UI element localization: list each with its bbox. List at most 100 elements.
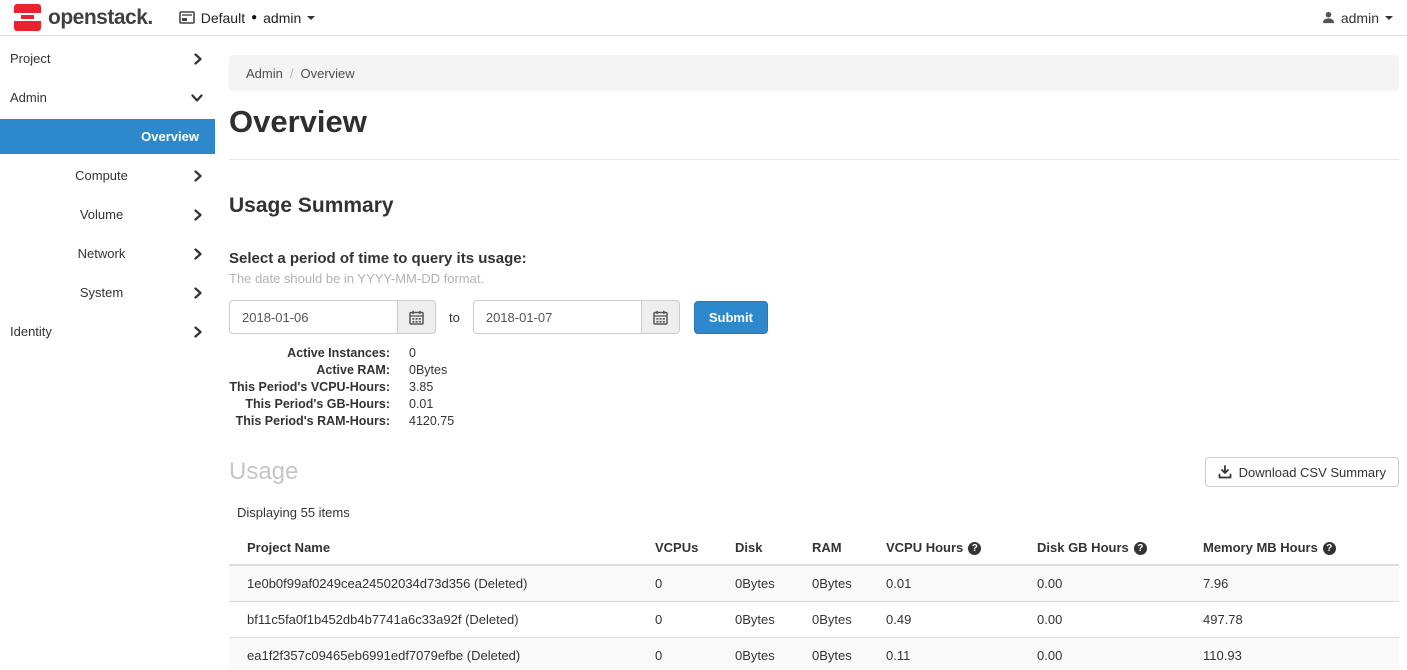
col-project-name: Project Name — [229, 530, 655, 565]
usage-stats: Active Instances: 0 Active RAM: 0Bytes T… — [229, 345, 1399, 430]
domain-card-icon — [179, 11, 195, 24]
cell-disk-gb-hours: 0.00 — [1037, 638, 1203, 670]
table-row: bf11c5fa0f1b452db4b7741a6c33a92f (Delete… — [229, 602, 1399, 638]
period-select-label: Select a period of time to query its usa… — [229, 250, 1399, 267]
stat-gb-hours: This Period's GB-Hours: 0.01 — [229, 396, 1399, 413]
cell-disk: 0Bytes — [735, 638, 812, 670]
sidebar-item-admin[interactable]: Admin — [0, 78, 215, 117]
help-icon[interactable]: ? — [968, 542, 981, 555]
table-header-row: Project Name VCPUs Disk RAM VCPU Hours? … — [229, 530, 1399, 565]
sidebar-item-label: Network — [10, 246, 193, 261]
usage-summary-heading: Usage Summary — [229, 194, 1399, 218]
cell-disk-gb-hours: 0.00 — [1037, 565, 1203, 602]
calendar-icon — [409, 310, 424, 325]
sidebar-item-identity[interactable]: Identity — [0, 312, 215, 351]
date-from-group — [229, 300, 436, 334]
stat-value: 3.85 — [409, 379, 433, 396]
app: openstack. Default ● admin admin Project — [0, 0, 1407, 670]
cell-ram: 0Bytes — [812, 565, 886, 602]
domain-project-switcher[interactable]: Default ● admin — [179, 10, 316, 26]
table-row: 1e0b0f99af0249cea24502034d73d356 (Delete… — [229, 565, 1399, 602]
breadcrumb-overview: Overview — [300, 66, 354, 81]
sidebar-item-label: Compute — [10, 168, 193, 183]
stat-value: 0.01 — [409, 396, 433, 413]
breadcrumb: Admin / Overview — [229, 55, 1399, 91]
sidebar-item-label: Volume — [10, 207, 193, 222]
stat-active-ram: Active RAM: 0Bytes — [229, 362, 1399, 379]
stat-label: Active Instances: — [229, 345, 390, 362]
stat-value: 0Bytes — [409, 362, 447, 379]
download-csv-label: Download CSV Summary — [1239, 465, 1386, 480]
cell-vcpu-hours: 0.01 — [886, 565, 1037, 602]
cell-disk-gb-hours: 0.00 — [1037, 602, 1203, 638]
date-from-calendar-button[interactable] — [398, 300, 436, 334]
current-domain: Default — [201, 10, 245, 26]
stat-label: Active RAM: — [229, 362, 390, 379]
table-row: ea1f2f357c09465eb6991edf7079efbe (Delete… — [229, 638, 1399, 670]
col-disk-gb-hours: Disk GB Hours? — [1037, 530, 1203, 565]
caret-down-icon — [1385, 16, 1393, 20]
sidebar-item-label: Identity — [10, 324, 193, 339]
stat-label: This Period's VCPU-Hours: — [229, 379, 390, 396]
chevron-down-icon — [191, 93, 203, 103]
submit-button[interactable]: Submit — [694, 301, 768, 334]
sidebar-item-compute[interactable]: Compute — [0, 156, 215, 195]
date-to-group — [473, 300, 680, 334]
cell-vcpus: 0 — [655, 565, 735, 602]
current-project: admin — [263, 10, 301, 26]
stat-value: 0 — [409, 345, 416, 362]
sidebar-item-system[interactable]: System — [0, 273, 215, 312]
date-to-input[interactable] — [473, 300, 642, 334]
stat-ram-hours: This Period's RAM-Hours: 4120.75 — [229, 413, 1399, 430]
cell-memory-mb-hours: 7.96 — [1203, 565, 1399, 602]
main-layout: Project Admin Overview Compute Volume Ne… — [0, 36, 1407, 670]
brand-text: openstack. — [48, 6, 153, 30]
date-range-form: to Submit — [229, 300, 1399, 334]
chevron-right-icon — [193, 287, 203, 299]
breadcrumb-admin[interactable]: Admin — [246, 66, 283, 81]
openstack-brand[interactable]: openstack. — [14, 4, 153, 31]
help-icon[interactable]: ? — [1134, 542, 1147, 555]
chevron-right-icon — [193, 170, 203, 182]
cell-ram: 0Bytes — [812, 638, 886, 670]
content-area: Admin / Overview Overview Usage Summary … — [215, 36, 1407, 670]
usage-heading: Usage — [229, 458, 298, 486]
col-vcpu-hours: VCPU Hours? — [886, 530, 1037, 565]
download-csv-button[interactable]: Download CSV Summary — [1205, 457, 1399, 487]
cell-vcpu-hours: 0.11 — [886, 638, 1037, 670]
calendar-icon — [653, 310, 668, 325]
openstack-logo-icon — [14, 4, 41, 31]
sidebar-item-volume[interactable]: Volume — [0, 195, 215, 234]
title-divider — [229, 159, 1399, 160]
col-memory-mb-hours: Memory MB Hours? — [1203, 530, 1399, 565]
sidebar-item-network[interactable]: Network — [0, 234, 215, 273]
sidebar: Project Admin Overview Compute Volume Ne… — [0, 36, 215, 670]
user-menu[interactable]: admin — [1322, 10, 1393, 26]
chevron-right-icon — [193, 53, 203, 65]
breadcrumb-separator: / — [290, 66, 294, 81]
col-label: Memory MB Hours — [1203, 540, 1318, 555]
sidebar-item-label: Admin — [10, 90, 191, 105]
usage-table: Project Name VCPUs Disk RAM VCPU Hours? … — [229, 530, 1399, 670]
to-label: to — [449, 310, 460, 325]
cell-project-name: bf11c5fa0f1b452db4b7741a6c33a92f (Delete… — [229, 602, 655, 638]
cell-vcpus: 0 — [655, 602, 735, 638]
chevron-right-icon — [193, 209, 203, 221]
download-icon — [1218, 465, 1232, 479]
sidebar-item-project[interactable]: Project — [0, 39, 215, 78]
stat-value: 4120.75 — [409, 413, 454, 430]
sidebar-item-label: System — [10, 285, 193, 300]
date-format-hint: The date should be in YYYY-MM-DD format. — [229, 271, 1399, 286]
help-icon[interactable]: ? — [1323, 542, 1336, 555]
items-count: Displaying 55 items — [237, 505, 1399, 520]
cell-ram: 0Bytes — [812, 602, 886, 638]
col-disk: Disk — [735, 530, 812, 565]
chevron-right-icon — [193, 326, 203, 338]
sidebar-item-label: Project — [10, 51, 193, 66]
stat-label: This Period's RAM-Hours: — [229, 413, 390, 430]
user-name: admin — [1341, 10, 1379, 26]
chevron-right-icon — [193, 248, 203, 260]
sidebar-item-overview[interactable]: Overview — [0, 119, 215, 154]
date-from-input[interactable] — [229, 300, 398, 334]
date-to-calendar-button[interactable] — [642, 300, 680, 334]
